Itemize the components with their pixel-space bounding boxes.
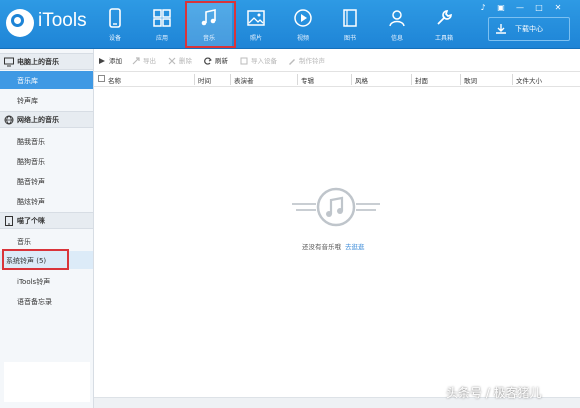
column-header-time[interactable]: 时间: [198, 75, 211, 85]
import-device-label: 导入设备: [251, 57, 277, 65]
system-ringtones-highlight-box: [2, 249, 69, 270]
sidebar-item-kuxuan-ringtone[interactable]: 酷炫铃声: [0, 192, 93, 210]
nav-photos[interactable]: 照片: [233, 2, 279, 46]
sidebar-item-label: 音乐库: [17, 77, 38, 85]
section-title: 网络上的音乐: [17, 116, 59, 124]
apps-grid-icon: [153, 9, 171, 27]
section-title: 喵了个咪: [17, 217, 45, 225]
import-device-icon: [240, 57, 248, 65]
sidebar-item-kuyin-ringtone[interactable]: 酷音铃声: [0, 172, 93, 190]
download-icon: [496, 24, 506, 34]
sidebar-item-label: 酷炫铃声: [17, 198, 45, 206]
sidebar-item-kugou[interactable]: 酷狗音乐: [0, 152, 93, 170]
toolbar: 添加 导出 删除 刷新 导入设备 制作铃声: [94, 53, 580, 69]
column-header-lyrics[interactable]: 歌词: [464, 75, 477, 85]
empty-message-text: 还没有音乐哦: [302, 243, 341, 251]
video-play-icon: [294, 9, 312, 27]
tablet-icon: [5, 216, 13, 226]
sidebar-item-label: 音乐: [17, 238, 31, 246]
skin-icon[interactable]: ▣: [496, 3, 506, 13]
download-center-button[interactable]: 下载中心: [488, 17, 570, 41]
add-arrow-icon: [99, 58, 105, 64]
nav-label: 工具箱: [434, 35, 453, 42]
select-all-checkbox[interactable]: [98, 75, 105, 82]
book-icon: [343, 9, 357, 27]
phone-icon: [109, 8, 121, 28]
make-ringtone-icon: [289, 59, 295, 65]
app-title: iTools: [38, 10, 87, 31]
refresh-icon: [204, 57, 212, 65]
delete-x-icon: [168, 57, 176, 65]
nav-video[interactable]: 视频: [280, 2, 326, 46]
sidebar-blank-panel: [4, 362, 90, 402]
sidebar-item-label: 酷音铃声: [17, 178, 45, 186]
column-header-cover[interactable]: 封面: [415, 75, 428, 85]
nav-books[interactable]: 图书: [327, 2, 373, 46]
browse-link[interactable]: 去逛逛: [345, 243, 365, 251]
refresh-label: 刷新: [215, 57, 228, 65]
column-header-genre[interactable]: 风格: [355, 75, 368, 85]
section-pc-music[interactable]: 电脑上的音乐: [0, 53, 93, 70]
section-web-music[interactable]: 网络上的音乐: [0, 111, 93, 128]
minimize-icon[interactable]: —: [515, 3, 525, 13]
globe-icon: [4, 115, 14, 125]
wrench-icon: [437, 10, 452, 25]
top-bar: iTools 设备 应用 音乐 照片 视频 图书 信息 工具箱 ♪ ▣ — □ …: [0, 0, 580, 49]
download-center-label: 下载中心: [515, 25, 543, 33]
section-device[interactable]: 喵了个咪: [0, 212, 93, 229]
person-icon: [389, 10, 405, 27]
nav-label: 图书: [343, 35, 356, 42]
section-title: 电脑上的音乐: [17, 58, 59, 66]
add-label: 添加: [109, 57, 122, 65]
export-icon: [132, 57, 140, 65]
sidebar-item-kuwo[interactable]: 酷我音乐: [0, 132, 93, 150]
column-header-album[interactable]: 专辑: [301, 75, 314, 85]
music-nav-highlight-box: [185, 1, 236, 48]
nav-messages[interactable]: 信息: [374, 2, 420, 46]
empty-state-message: 还没有音乐哦 去逛逛: [302, 241, 365, 251]
itools-logo-icon: [6, 9, 34, 37]
sidebar-item-label: iTools铃声: [17, 278, 51, 286]
nav-label: 视频: [296, 35, 309, 42]
sidebar-item-itools-ringtones[interactable]: iTools铃声: [0, 272, 93, 290]
nav-apps[interactable]: 应用: [139, 2, 185, 46]
nav-label: 照片: [249, 35, 262, 42]
nav-toolbox[interactable]: 工具箱: [421, 2, 467, 46]
sidebar: 电脑上的音乐 音乐库 铃声库 网络上的音乐 酷我音乐 酷狗音乐 酷音铃声 酷炫铃…: [0, 49, 94, 408]
empty-music-disc-icon: [292, 187, 380, 227]
watermark-text: 头条号 / 极客猪儿: [446, 386, 542, 400]
close-icon[interactable]: ✕: [553, 3, 563, 13]
column-header-name[interactable]: 名称: [108, 75, 121, 85]
nav-label: 设备: [108, 35, 121, 42]
sidebar-item-device-music[interactable]: 音乐: [0, 232, 93, 250]
make-ringtone-label: 制作铃声: [299, 57, 325, 65]
delete-label: 删除: [179, 57, 192, 65]
sidebar-item-label: 酷狗音乐: [17, 158, 45, 166]
sidebar-item-label: 语音备忘录: [17, 298, 52, 306]
column-header-file-size[interactable]: 文件大小: [516, 75, 542, 85]
sidebar-item-music-library[interactable]: 音乐库: [0, 71, 93, 89]
nav-label: 信息: [390, 35, 403, 42]
column-header-artist[interactable]: 表演者: [234, 75, 254, 85]
sidebar-item-label: 铃声库: [17, 97, 38, 105]
sidebar-item-voice-memos[interactable]: 语音备忘录: [0, 292, 93, 310]
nav-label: 应用: [155, 35, 168, 42]
nav-device[interactable]: 设备: [92, 2, 138, 46]
table-header: 名称 时间 表演者 专辑 风格 封面 歌词 文件大小: [94, 71, 580, 87]
monitor-icon: [4, 57, 14, 67]
photo-icon: [247, 10, 265, 26]
music-mini-icon[interactable]: ♪: [478, 3, 488, 13]
export-label: 导出: [143, 57, 156, 65]
maximize-icon[interactable]: □: [534, 3, 544, 13]
sidebar-item-ringtone-library[interactable]: 铃声库: [0, 91, 93, 109]
sidebar-item-label: 酷我音乐: [17, 138, 45, 146]
